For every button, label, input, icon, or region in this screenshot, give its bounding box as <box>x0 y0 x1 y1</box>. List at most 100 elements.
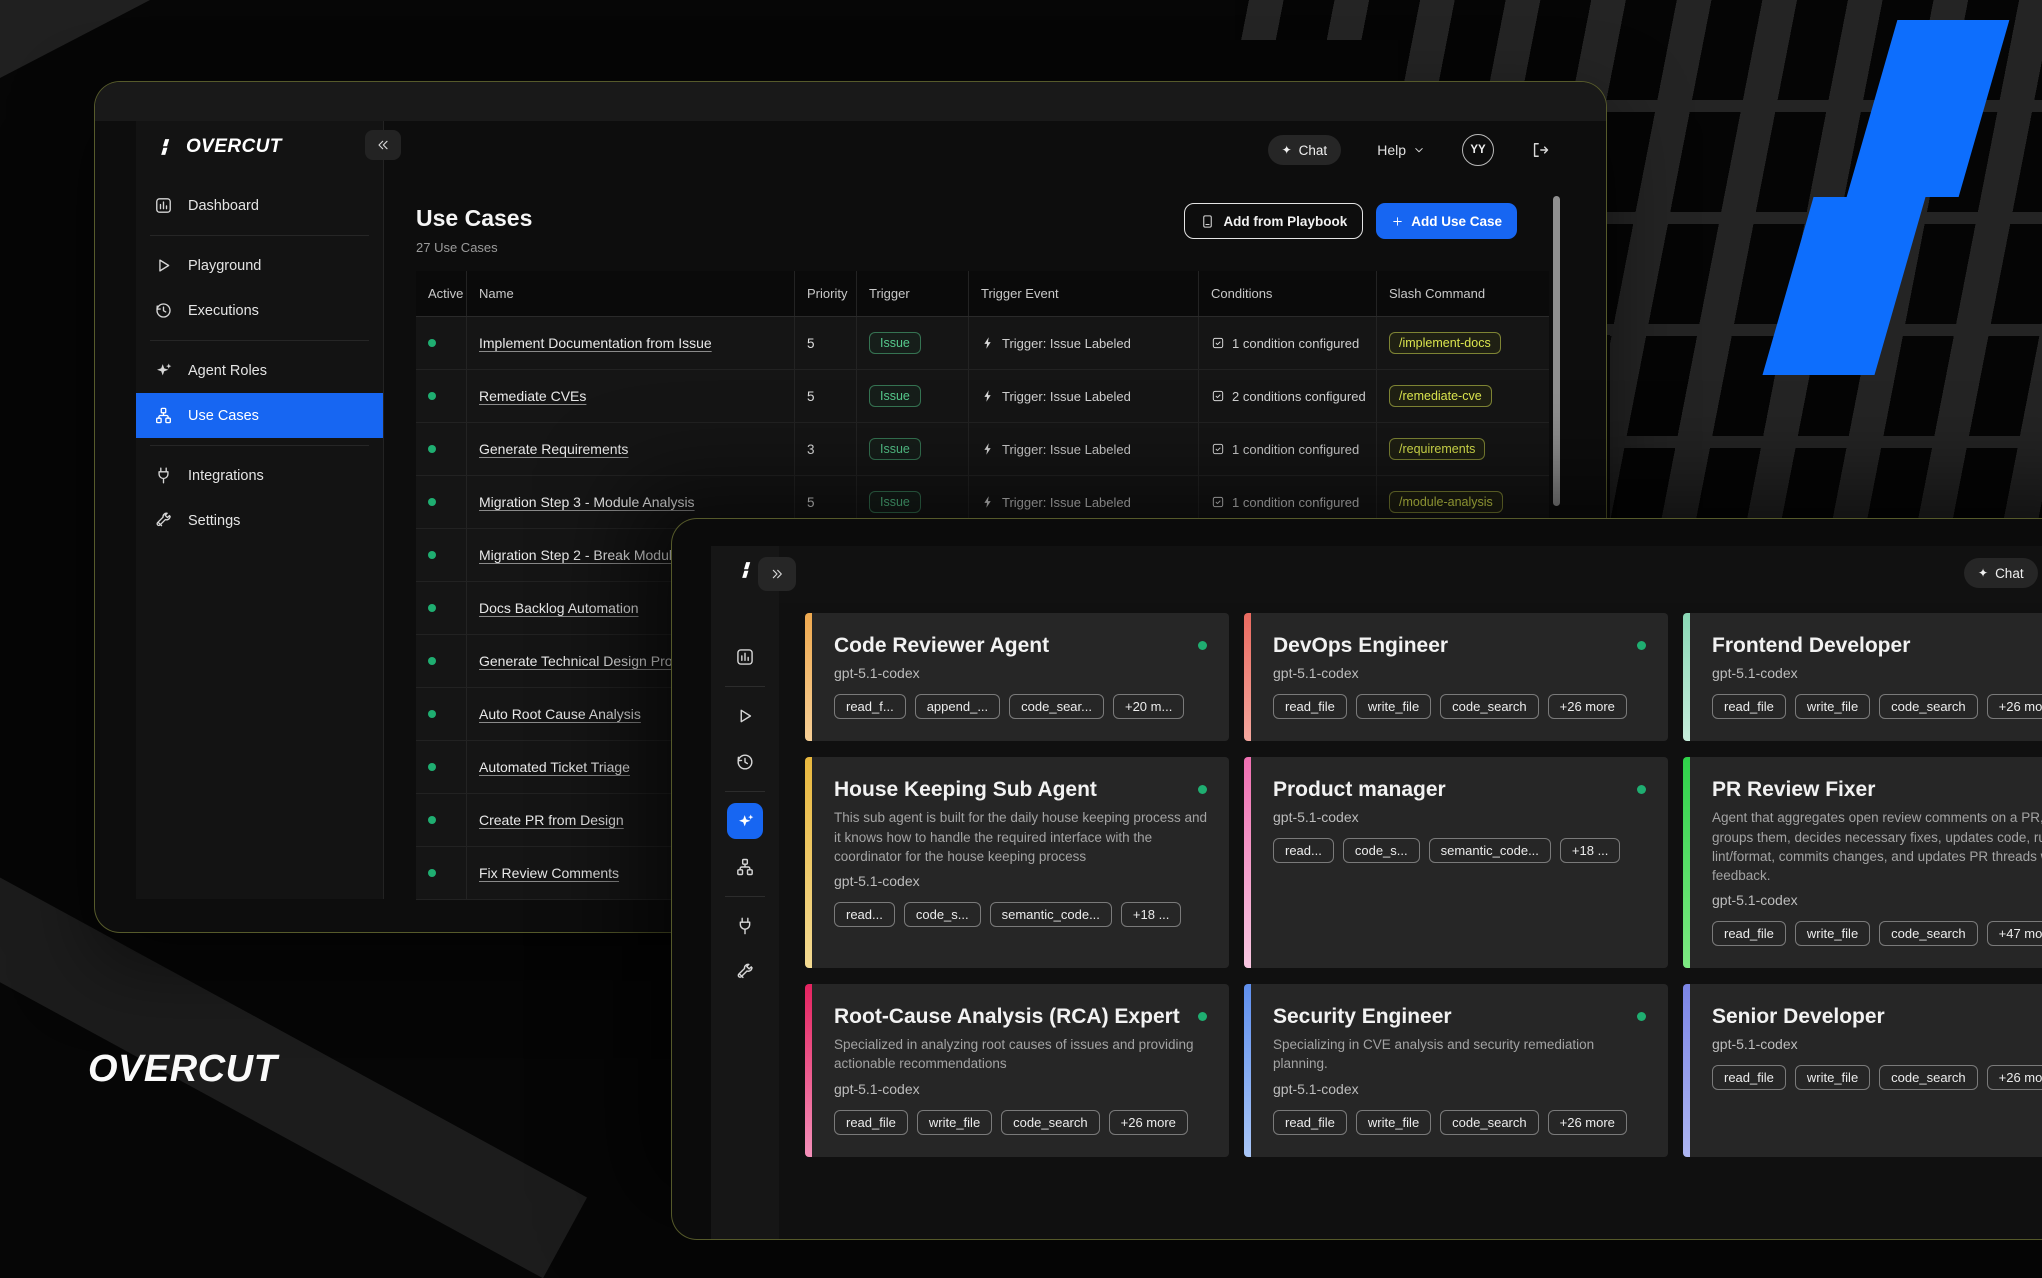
help-label: Help <box>1377 142 1406 158</box>
rail-item-history[interactable] <box>722 739 768 785</box>
use-case-name-link[interactable]: Docs Backlog Automation <box>479 600 639 616</box>
tool-chip: read_file <box>1273 1110 1347 1135</box>
active-status-dot <box>428 710 436 718</box>
scrollbar-thumb[interactable] <box>1553 196 1560 506</box>
tool-chip: +26 more <box>1109 1110 1188 1135</box>
priority-value: 5 <box>807 336 815 351</box>
use-case-name-link[interactable]: Auto Root Cause Analysis <box>479 706 641 722</box>
logout-icon[interactable] <box>1530 140 1550 160</box>
help-menu[interactable]: Help <box>1377 142 1426 158</box>
expand-sidebar-button[interactable] <box>758 557 796 591</box>
chat-label: Chat <box>1995 566 2024 581</box>
sidebar-item-settings[interactable]: Settings <box>136 498 383 543</box>
trigger-event-text: Trigger: Issue Labeled <box>1002 336 1131 351</box>
chevrons-left-icon <box>375 137 391 153</box>
agent-model: gpt-5.1-codex <box>1712 1036 2042 1052</box>
tool-chip: +47 more <box>1987 921 2042 946</box>
add-from-playbook-button[interactable]: Add from Playbook <box>1184 203 1363 239</box>
tools-icon <box>154 511 173 530</box>
use-case-name-link[interactable]: Generate Requirements <box>479 441 628 457</box>
sidebar-item-executions[interactable]: Executions <box>136 288 383 333</box>
use-case-name-link[interactable]: Fix Review Comments <box>479 865 619 881</box>
collapse-sidebar-button[interactable] <box>365 130 401 160</box>
agent-status-dot <box>1198 785 1207 794</box>
agent-card-senior-developer[interactable]: Senior Developergpt-5.1-codexread_filewr… <box>1683 984 2042 1157</box>
sidebar-item-integrations[interactable]: Integrations <box>136 453 383 498</box>
check-square-icon <box>1211 442 1225 456</box>
sparkle-icon: ✦ <box>1978 566 1988 580</box>
agent-card-code-reviewer-agent[interactable]: Code Reviewer Agentgpt-5.1-codexread_f..… <box>805 613 1229 741</box>
trigger-event-text: Trigger: Issue Labeled <box>1002 495 1131 510</box>
rail-item-tools[interactable] <box>722 949 768 995</box>
chevron-down-icon <box>1412 143 1426 157</box>
use-case-name-link[interactable]: Migration Step 2 - Break Modul <box>479 547 672 563</box>
rail-nav <box>711 634 779 995</box>
tool-chip: +18 ... <box>1121 902 1182 927</box>
avatar[interactable]: YY <box>1462 134 1494 166</box>
check-square-icon <box>1211 389 1225 403</box>
active-status-dot <box>428 604 436 612</box>
tool-chip: semantic_code... <box>1429 838 1551 863</box>
agent-card-title: Senior Developer <box>1712 1004 1885 1029</box>
active-status-dot <box>428 763 436 771</box>
rail-item-dashboard[interactable] <box>722 634 768 680</box>
chat-button[interactable]: ✦ Chat <box>1268 135 1342 165</box>
column-header-conditions: Conditions <box>1198 271 1376 316</box>
agent-tools: read_filewrite_filecode_search+26 more <box>834 1110 1207 1135</box>
chat-button[interactable]: ✦ Chat <box>1964 558 2038 588</box>
tool-chip: write_file <box>1795 694 1870 719</box>
table-row[interactable]: Generate Requirements3IssueTrigger: Issu… <box>416 423 1549 476</box>
table-row[interactable]: Implement Documentation from Issue 5 Issue… <box>416 317 1549 370</box>
rail-item-orgchart[interactable] <box>722 844 768 890</box>
tool-chip: read_f... <box>834 694 906 719</box>
orgchart-icon <box>154 406 173 425</box>
rail-item-plug[interactable] <box>722 903 768 949</box>
conditions-text: 1 condition configured <box>1232 442 1359 457</box>
agent-card-house-keeping-sub-agent[interactable]: House Keeping Sub AgentThis sub agent is… <box>805 757 1229 968</box>
agent-card-frontend-developer[interactable]: Frontend Developergpt-5.1-codexread_file… <box>1683 613 2042 741</box>
sidebar-divider <box>150 235 369 236</box>
use-case-name-link[interactable]: Generate Technical Design Pro <box>479 653 673 669</box>
agent-card-security-engineer[interactable]: Security EngineerSpecializing in CVE ana… <box>1244 984 1668 1157</box>
tool-chip: +20 m... <box>1113 694 1184 719</box>
table-row[interactable]: Remediate CVEs5IssueTrigger: Issue Label… <box>416 370 1549 423</box>
page-actions: Add from Playbook Add Use Case <box>1184 203 1517 239</box>
tool-chip: code_search <box>1001 1110 1099 1135</box>
tool-chip: read_file <box>1712 921 1786 946</box>
dashboard-icon <box>735 647 755 667</box>
card-accent-bar <box>1244 613 1251 741</box>
active-status-dot <box>428 498 436 506</box>
tool-chip: write_file <box>1356 1110 1431 1135</box>
rail-item-play[interactable] <box>722 693 768 739</box>
slash-command-badge: /requirements <box>1389 438 1485 460</box>
sidebar-item-agent-roles[interactable]: Agent Roles <box>136 348 383 393</box>
tool-chip: +26 more <box>1548 1110 1627 1135</box>
playbook-label: Add from Playbook <box>1223 214 1347 229</box>
agent-card-root-cause-analysis-rca-expert[interactable]: Root-Cause Analysis (RCA) ExpertSpeciali… <box>805 984 1229 1157</box>
agent-card-product-manager[interactable]: Product managergpt-5.1-codexread...code_… <box>1244 757 1668 968</box>
agent-model: gpt-5.1-codex <box>1273 665 1646 681</box>
use-case-name-link[interactable]: Migration Step 3 - Module Analysis <box>479 494 695 510</box>
agent-card-pr-review-fixer[interactable]: PR Review FixerAgent that aggregates ope… <box>1683 757 2042 968</box>
tool-chip: code_search <box>1440 694 1538 719</box>
card-accent-bar <box>1683 613 1690 741</box>
tool-chip: +26 more <box>1987 694 2042 719</box>
use-case-name-link[interactable]: Implement Documentation from Issue <box>479 335 712 351</box>
add-use-case-button[interactable]: Add Use Case <box>1376 203 1517 239</box>
agent-card-devops-engineer[interactable]: DevOps Engineergpt-5.1-codexread_filewri… <box>1244 613 1668 741</box>
tool-chip: read... <box>834 902 895 927</box>
use-case-name-link[interactable]: Remediate CVEs <box>479 388 586 404</box>
sidebar: OVERCUT DashboardPlaygroundExecutionsAge… <box>136 121 384 899</box>
active-status-dot <box>428 339 436 347</box>
agent-model: gpt-5.1-codex <box>834 873 1207 889</box>
dashboard-icon <box>154 196 173 215</box>
sidebar-item-playground[interactable]: Playground <box>136 243 383 288</box>
tool-chip: +26 more <box>1987 1065 2042 1090</box>
trigger-badge: Issue <box>869 332 921 354</box>
rail-item-sparkle[interactable] <box>727 803 763 839</box>
use-case-name-link[interactable]: Create PR from Design <box>479 812 624 828</box>
use-case-name-link[interactable]: Automated Ticket Triage <box>479 759 630 775</box>
sidebar-item-dashboard[interactable]: Dashboard <box>136 183 383 228</box>
tool-chip: code_s... <box>1343 838 1420 863</box>
sidebar-item-use-cases[interactable]: Use Cases <box>136 393 383 438</box>
